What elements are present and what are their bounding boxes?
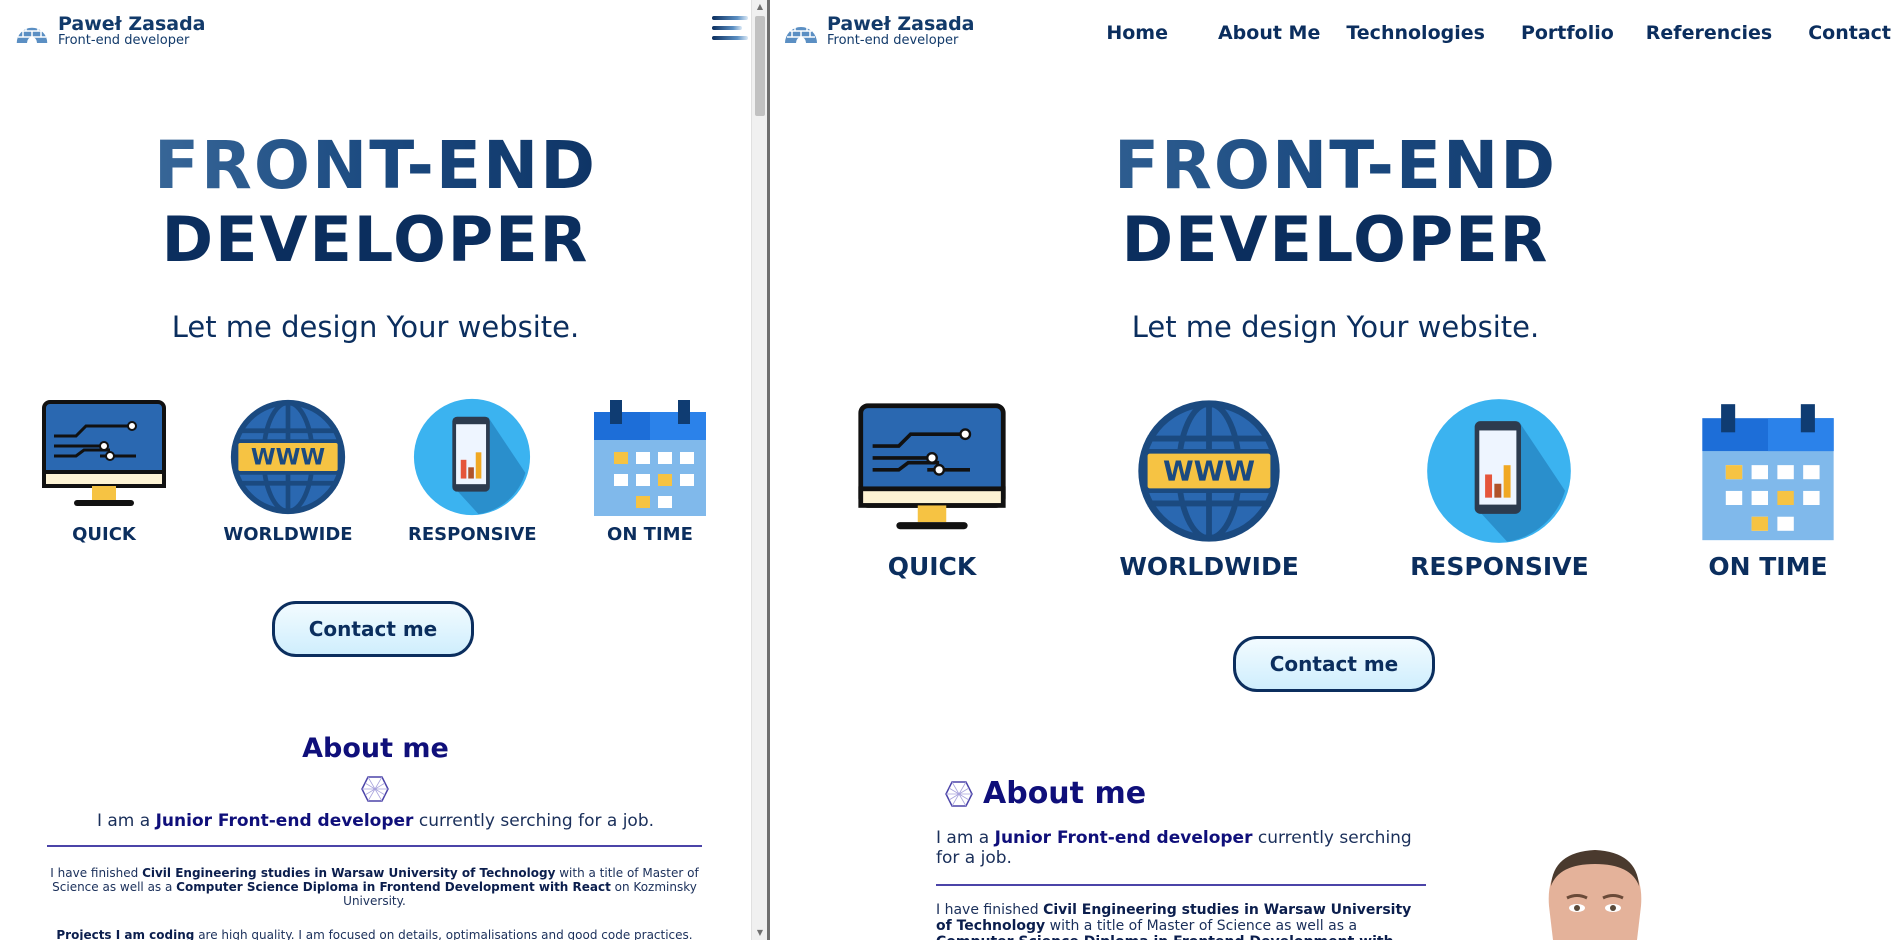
left-scrollbar[interactable]: ▲ ▼: [751, 0, 767, 940]
site-name: Paweł Zasada: [58, 13, 206, 35]
site-role: Front-end developer: [58, 33, 190, 48]
hexagon-icon: [361, 776, 389, 802]
about-projects: Projects I am coding are high quality. I…: [56, 928, 693, 940]
features-row: QUICK WWW WORLDWIDE RESPONSIVE ON TIME: [856, 398, 1836, 581]
scroll-up-icon[interactable]: ▲: [755, 2, 765, 12]
about-title: About me: [302, 733, 449, 764]
monitor-icon: [42, 400, 166, 506]
svg-text:WWW: WWW: [251, 444, 326, 470]
site-role: Front-end developer: [827, 33, 959, 48]
igloo-logo-icon: [15, 25, 49, 44]
hero-title: FRONT-END DEVELOPER: [770, 130, 1901, 278]
feature-label: QUICK: [887, 552, 977, 581]
feature-label: RESPONSIVE: [408, 524, 537, 545]
hero-line1: FRONT-END: [0, 130, 751, 202]
features-row: QUICK WWW WORLDWIDE RESPONSIVE ON TIME: [40, 398, 708, 545]
svg-text:WWW: WWW: [1163, 454, 1255, 487]
scroll-down-icon[interactable]: ▼: [755, 928, 765, 938]
phone-chart-icon: [1427, 399, 1572, 543]
about-study: I have finished Civil Engineering studie…: [936, 902, 1412, 940]
feature-label: RESPONSIVE: [1410, 552, 1589, 581]
feature-quick: QUICK: [856, 398, 1008, 581]
logo[interactable]: Paweł Zasada Front-end developer: [783, 14, 975, 48]
nav-home[interactable]: Home: [1106, 22, 1168, 44]
feature-worldwide: WWW WORLDWIDE: [223, 398, 353, 545]
monitor-icon: [858, 403, 1006, 530]
right-pane: Paweł Zasada Front-end developer Home Ab…: [770, 0, 1901, 940]
about-divider: [47, 845, 702, 847]
feature-label: ON TIME: [1708, 552, 1828, 581]
feature-on-time: ON TIME: [1700, 398, 1836, 581]
feature-responsive: RESPONSIVE: [1410, 398, 1589, 581]
hero-line2: DEVELOPER: [161, 203, 590, 276]
hero-title: FRONT-END DEVELOPER: [0, 130, 751, 278]
nav-portfolio[interactable]: Portfolio: [1521, 22, 1614, 44]
hero-subtitle: Let me design Your website.: [1131, 310, 1540, 344]
contact-me-button[interactable]: Contact me: [272, 601, 474, 657]
globe-www-icon: WWW: [1138, 400, 1280, 542]
hexagon-icon: [945, 781, 973, 807]
about-intro: I am a Junior Front-end developer curren…: [936, 828, 1412, 868]
hero-line1: FRONT-END: [770, 130, 1901, 202]
about-intro: I am a Junior Front-end developer curren…: [96, 811, 655, 831]
contact-me-button[interactable]: Contact me: [1233, 636, 1435, 692]
calendar-icon: [593, 400, 706, 516]
feature-quick: QUICK: [40, 398, 168, 545]
igloo-logo-icon: [785, 25, 817, 43]
feature-label: WORLDWIDE: [223, 524, 353, 545]
nav-contact[interactable]: Contact: [1808, 22, 1891, 44]
hamburger-menu-icon[interactable]: [712, 16, 748, 50]
about-title: About me: [983, 776, 1147, 811]
feature-label: WORLDWIDE: [1119, 552, 1299, 581]
hero-subtitle: Let me design Your website.: [171, 310, 580, 344]
left-pane: Paweł Zasada Front-end developer FRONT-E…: [0, 0, 751, 940]
calendar-icon: [1702, 404, 1834, 541]
nav-about-me[interactable]: About Me: [1218, 22, 1320, 44]
feature-worldwide: WWW WORLDWIDE: [1119, 398, 1299, 581]
about-divider: [936, 884, 1426, 886]
feature-label: ON TIME: [607, 524, 693, 545]
profile-photo: [1548, 850, 1642, 940]
feature-label: QUICK: [72, 524, 136, 545]
scroll-thumb[interactable]: [755, 16, 765, 116]
feature-on-time: ON TIME: [592, 398, 708, 545]
globe-www-icon: WWW: [230, 399, 346, 515]
main-nav: Home About Me Technologies Portfolio Ref…: [1106, 22, 1891, 44]
hero-line2: DEVELOPER: [1121, 203, 1550, 276]
logo[interactable]: Paweł Zasada Front-end developer: [14, 14, 206, 48]
nav-referencies[interactable]: Referencies: [1646, 22, 1772, 44]
nav-technologies[interactable]: Technologies: [1346, 22, 1485, 44]
phone-chart-icon: [414, 398, 531, 516]
feature-responsive: RESPONSIVE: [408, 398, 537, 545]
site-name: Paweł Zasada: [827, 13, 975, 35]
about-study: I have finished Civil Engineering studie…: [50, 866, 699, 908]
